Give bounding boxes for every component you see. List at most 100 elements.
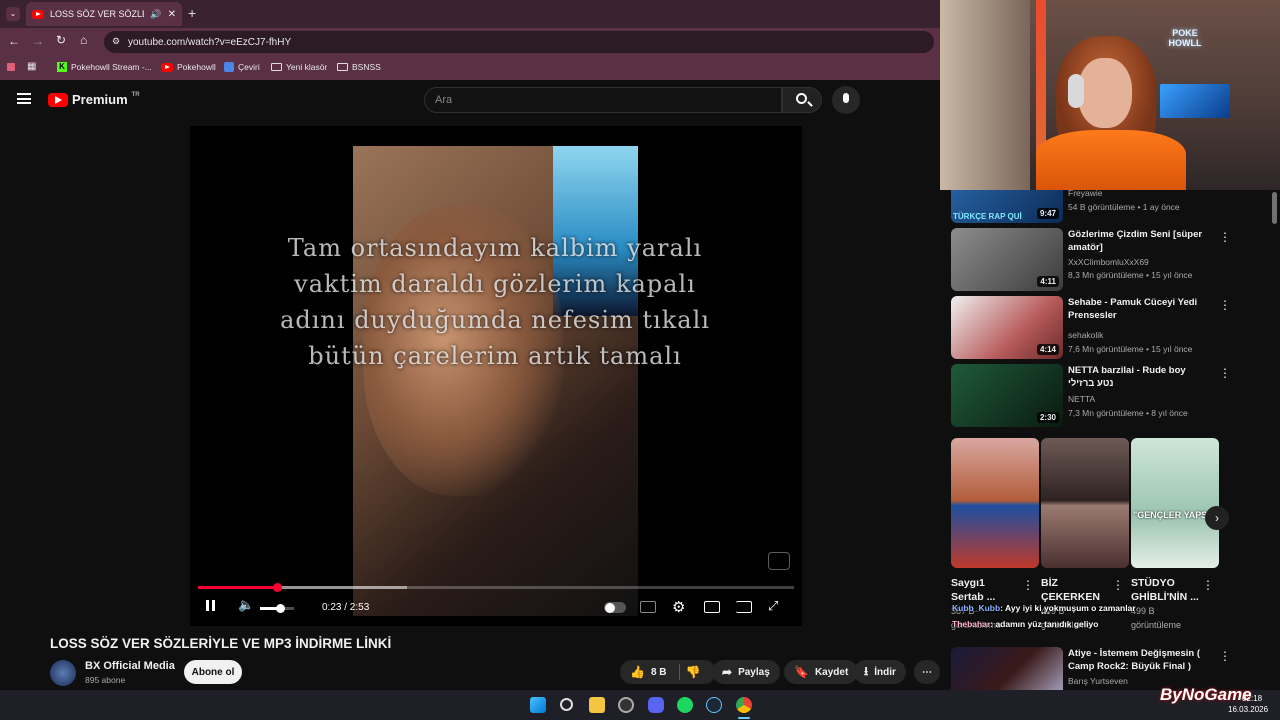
clock-time[interactable]: 02:18 xyxy=(1242,694,1262,703)
video-watermark-icon xyxy=(768,552,790,570)
video-title[interactable]: Sehabe - Pamuk Cüceyi Yedi Prensesler xyxy=(1068,296,1203,322)
youtube-premium-logo[interactable]: Premium TR xyxy=(48,92,140,107)
video-title[interactable]: NETTA barzilai - Rude boy נטע ברזילי xyxy=(1068,364,1203,390)
back-arrow-icon[interactable]: ← xyxy=(8,34,20,48)
bookmark-pokehowll-stream[interactable]: K Pokehowll Stream -... xyxy=(57,62,152,72)
voice-search-button[interactable] xyxy=(832,86,860,114)
download-icon: ⭳ xyxy=(864,663,869,678)
browser-tab-active[interactable]: LOSS SÖZ VER SÖZLERİYLE 🔊 ✕ xyxy=(26,2,182,26)
youtube-header: Premium TR Ara xyxy=(0,80,940,120)
sidebar-scrollbar[interactable] xyxy=(1272,192,1277,224)
chat-message: Thebahar: adamın yüz tanıdık geliyo xyxy=(952,619,1098,629)
recommended-video[interactable]: 4:11 Gözlerime Çizdim Seni [süper amatör… xyxy=(951,228,1271,292)
reload-icon[interactable]: ↻ xyxy=(56,33,66,47)
address-field[interactable]: ⚙ youtube.com/watch?v=eEzCJ7-fhHY xyxy=(104,31,934,53)
volume-slider[interactable] xyxy=(260,604,294,613)
thumbs-down-icon[interactable]: 👎 xyxy=(686,665,701,679)
fullscreen-icon[interactable]: ⤢ xyxy=(768,598,778,614)
close-tab-icon[interactable]: ✕ xyxy=(168,9,176,20)
bookmark-label: Yeni klasör xyxy=(286,62,328,72)
translate-icon xyxy=(224,62,234,72)
steam-icon[interactable] xyxy=(706,697,722,713)
forward-arrow-icon[interactable]: → xyxy=(32,34,44,48)
bookmark-folder-yeni[interactable]: Yeni klasör xyxy=(271,62,327,72)
kebab-menu-icon[interactable]: ⋮ xyxy=(1219,298,1231,312)
bookmark-ceviri[interactable]: Çeviri xyxy=(224,62,260,72)
captions-icon[interactable] xyxy=(640,601,656,613)
video-title[interactable]: Gözlerime Çizdim Seni [süper amatör] xyxy=(1068,228,1203,254)
bookmark-folder-bsnss[interactable]: BSNSS xyxy=(337,62,381,72)
scrubber-handle[interactable] xyxy=(273,583,283,592)
share-button[interactable]: ➦ Paylaş xyxy=(712,660,780,684)
youtube-icon xyxy=(161,62,173,72)
shorts-next-button[interactable]: › xyxy=(1205,506,1229,530)
kebab-menu-icon[interactable]: ⋮ xyxy=(1112,578,1124,592)
search-button[interactable] xyxy=(782,87,822,113)
download-button[interactable]: ⭳ İndir xyxy=(854,660,906,684)
kebab-menu-icon[interactable]: ⋮ xyxy=(1219,366,1231,380)
video-channel[interactable]: sehakolik xyxy=(1068,330,1103,340)
short-thumbnail[interactable] xyxy=(1041,438,1129,568)
volume-handle[interactable] xyxy=(276,604,285,613)
short-title[interactable]: STÜDYO GHİBLİ'NİN ... xyxy=(1131,576,1203,604)
new-tab-icon[interactable]: + xyxy=(188,5,196,21)
kebab-menu-icon[interactable]: ⋮ xyxy=(1022,578,1034,592)
bynogame-watermark: ByNoGame xyxy=(1160,685,1252,704)
thumbs-up-icon: 👍 xyxy=(630,665,645,679)
volume-button[interactable]: 🔈 xyxy=(238,597,254,613)
video-channel[interactable]: XxXClimbomluXxX69 xyxy=(1068,257,1149,267)
folder-icon xyxy=(271,63,282,71)
bookmark-pokehowll[interactable]: Pokehowll xyxy=(161,62,216,72)
channel-name[interactable]: BX Official Media xyxy=(85,660,175,672)
windows-taskbar: ByNoGame 02:18 16.03.2026 xyxy=(0,685,1280,720)
video-title[interactable]: Atiye - İstemem Değişmesin ( Camp Rock2:… xyxy=(1068,647,1203,673)
obs-icon[interactable] xyxy=(618,697,634,713)
subscribe-button[interactable]: Abone ol xyxy=(184,660,242,684)
logo-text: Premium xyxy=(72,92,128,107)
site-info-icon[interactable]: ⚙ xyxy=(112,36,120,47)
discord-icon[interactable] xyxy=(648,697,664,713)
search-icon xyxy=(796,93,807,104)
video-player[interactable]: Tam ortasındayım kalbim yaralı vaktim da… xyxy=(190,126,802,626)
chat-text: : adamın yüz tanıdık geliyo xyxy=(990,619,1099,629)
pause-button[interactable] xyxy=(206,600,215,614)
more-actions-button[interactable]: ⋯ xyxy=(914,660,940,684)
windows-start-icon[interactable] xyxy=(530,697,546,713)
search-input[interactable]: Ara xyxy=(424,87,782,113)
menu-icon[interactable] xyxy=(17,93,31,104)
autoplay-toggle[interactable] xyxy=(604,602,626,613)
kebab-menu-icon[interactable]: ⋮ xyxy=(1202,578,1214,592)
search-icon[interactable] xyxy=(560,698,573,711)
short-thumbnail[interactable] xyxy=(951,438,1039,568)
short-title[interactable]: Saygı1 Sertab ... xyxy=(951,576,1007,604)
recommended-video[interactable]: 4:14 Sehabe - Pamuk Cüceyi Yedi Prensesl… xyxy=(951,296,1271,360)
kebab-menu-icon[interactable]: ⋮ xyxy=(1219,230,1231,244)
settings-gear-icon[interactable]: ⚙ xyxy=(672,598,685,616)
video-meta: 8,3 Mn görüntüleme • 15 yıl önce xyxy=(1068,270,1193,280)
spotify-icon[interactable] xyxy=(677,697,693,713)
cast-icon[interactable] xyxy=(736,601,752,613)
miniplayer-icon[interactable] xyxy=(704,601,720,613)
volume-icon: 🔈 xyxy=(238,597,255,612)
video-channel[interactable]: Barış Yurtseven xyxy=(1068,676,1128,686)
video-channel[interactable]: NETTA xyxy=(1068,394,1095,404)
home-icon[interactable]: ⌂ xyxy=(80,33,87,47)
speaker-icon[interactable]: 🔊 xyxy=(150,9,161,20)
like-button[interactable]: 👍 8 B 👎 xyxy=(620,660,716,684)
file-explorer-icon[interactable] xyxy=(589,697,605,713)
save-button[interactable]: 🔖 Kaydet xyxy=(784,660,859,684)
recommended-video[interactable]: 2:30 NETTA barzilai - Rude boy נטע ברזיל… xyxy=(951,364,1271,428)
grid-icon[interactable]: ▦ xyxy=(27,61,36,72)
webcam-face xyxy=(1078,58,1132,128)
short-thumbnail[interactable]: "GENÇLER YAPS xyxy=(1131,438,1219,568)
chat-text: : Ayy iyi ki yokmuşum o zamanlar xyxy=(1000,603,1136,613)
clock-date[interactable]: 16.03.2026 xyxy=(1228,705,1268,714)
kebab-menu-icon[interactable]: ⋮ xyxy=(1219,649,1231,663)
youtube-favicon-icon xyxy=(32,9,44,19)
chrome-icon[interactable] xyxy=(736,697,752,713)
progress-bar[interactable] xyxy=(198,583,794,592)
channel-avatar[interactable] xyxy=(50,660,76,686)
apps-icon[interactable] xyxy=(7,63,15,71)
tab-list-icon[interactable]: ⌄ xyxy=(6,7,20,21)
logo-region: TR xyxy=(131,91,140,98)
